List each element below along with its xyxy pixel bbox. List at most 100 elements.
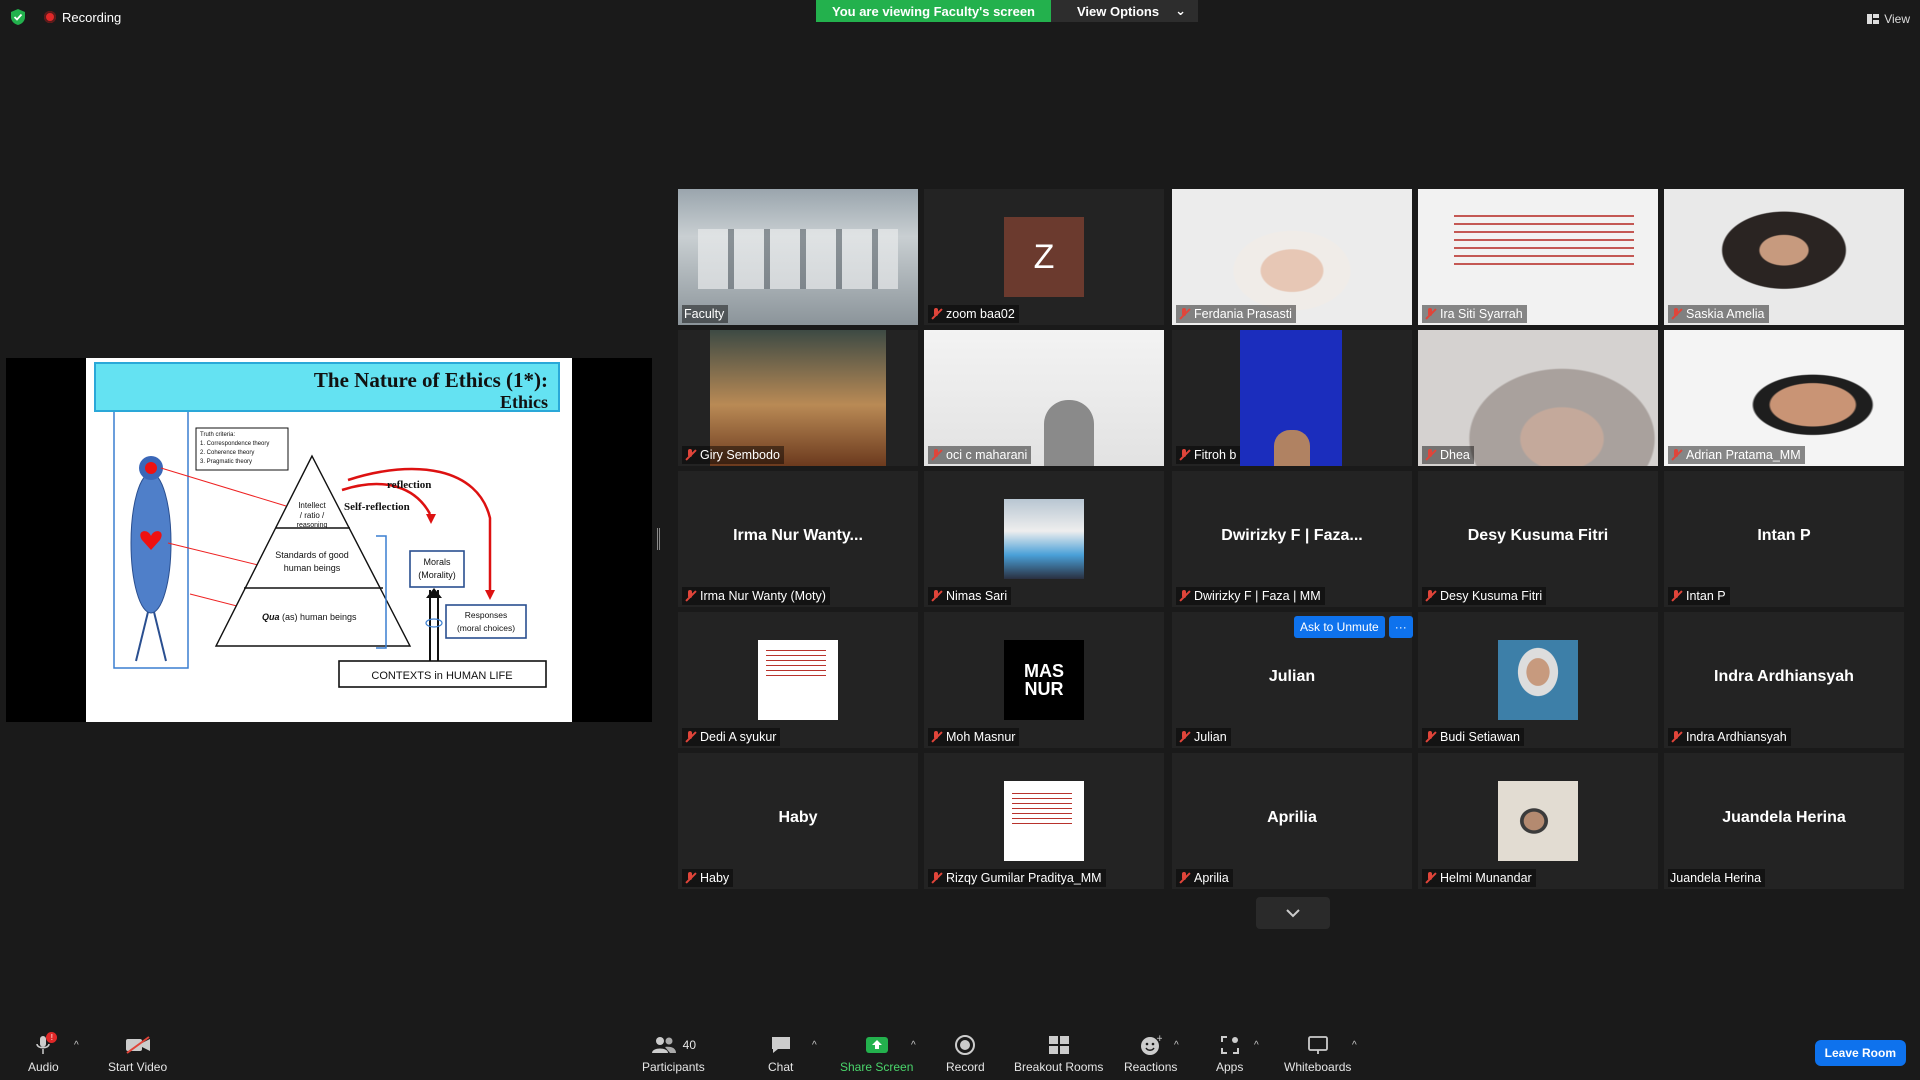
avatar [1004, 781, 1084, 861]
participants-button[interactable]: 40 Participants [642, 1034, 705, 1074]
participant-tile[interactable]: Adrian Pratama_MM [1664, 330, 1904, 466]
participant-display-name: Aprilia [1267, 809, 1317, 826]
participant-name-text: Dwirizky F | Faza | MM [1194, 589, 1321, 603]
participant-name: Julian [1176, 728, 1231, 746]
mic-muted-icon [684, 872, 696, 884]
participant-name: Rizqy Gumilar Praditya_MM [928, 869, 1106, 887]
participant-tile[interactable]: Nimas Sari [924, 471, 1164, 607]
record-icon [955, 1035, 976, 1055]
participant-tile[interactable]: Indra Ardhiansyah Indra Ardhiansyah [1664, 612, 1904, 748]
participant-tile[interactable]: Aprilia Aprilia [1172, 753, 1412, 889]
ask-to-unmute-controls: Ask to Unmute ··· [1294, 616, 1413, 638]
participant-name-text: Nimas Sari [946, 589, 1008, 603]
view-options-button[interactable]: View Options ⌄ [1051, 0, 1199, 22]
self-reflection-label: Self-reflection [344, 501, 410, 513]
start-video-button[interactable]: Start Video [108, 1034, 167, 1074]
participant-tile[interactable]: Haby Haby [678, 753, 918, 889]
participant-name: Fitroh b [1176, 446, 1241, 464]
participants-count: 40 [682, 1038, 697, 1052]
reactions-label: Reactions [1124, 1060, 1178, 1074]
participant-tile[interactable]: Saskia Amelia [1664, 189, 1904, 325]
participant-tile[interactable]: Desy Kusuma Fitri Desy Kusuma Fitri [1418, 471, 1658, 607]
more-options-button[interactable]: ··· [1388, 616, 1413, 638]
participant-name: Indra Ardhiansyah [1668, 728, 1791, 746]
participant-name: Faculty [682, 305, 729, 323]
chat-button[interactable]: Chat [768, 1034, 793, 1074]
next-page-button[interactable] [1256, 897, 1330, 929]
reactions-button[interactable]: + Reactions [1124, 1034, 1177, 1074]
reactions-smiley-icon: + [1140, 1034, 1162, 1055]
participant-tile[interactable]: Z zoom baa02 [924, 189, 1164, 325]
participant-tile[interactable]: Juandela Herina Juandela Herina [1664, 753, 1904, 889]
apps-button[interactable]: Apps [1216, 1034, 1243, 1074]
participant-tile[interactable]: Irma Nur Wanty... Irma Nur Wanty (Moty) [678, 471, 918, 607]
participant-name: Desy Kusuma Fitri [1422, 587, 1547, 605]
participant-name-text: Budi Setiawan [1440, 730, 1520, 744]
participant-tile[interactable]: Giry Sembodo [678, 330, 918, 466]
participant-tile[interactable]: Fitroh b [1172, 330, 1412, 466]
participant-name: Dwirizky F | Faza | MM [1176, 587, 1325, 605]
participant-tile[interactable]: Dhea [1418, 330, 1658, 466]
audio-button[interactable]: ! Audio [28, 1032, 59, 1074]
participant-name: Helmi Munandar [1422, 869, 1536, 887]
share-screen-button[interactable]: Share Screen [840, 1034, 913, 1074]
ask-to-unmute-button[interactable]: Ask to Unmute [1294, 616, 1385, 638]
participant-tile[interactable]: Rizqy Gumilar Praditya_MM [924, 753, 1164, 889]
slide-title-bar: The Nature of Ethics (1*): Ethics [94, 362, 560, 412]
split-resize-handle[interactable] [657, 528, 660, 550]
chat-options-caret-icon[interactable]: ^ [812, 1040, 817, 1051]
security-shield-icon[interactable] [10, 8, 26, 26]
mic-muted-icon [1178, 731, 1190, 743]
reflection-label: reflection [387, 479, 431, 491]
pyramid-bottom-rest: (as) human beings [280, 612, 358, 622]
avatar [1498, 781, 1578, 861]
svg-text:+: + [1156, 1034, 1162, 1044]
pyramid-mid-line2: human beings [284, 563, 341, 573]
avatar: Z [1004, 217, 1084, 297]
chevron-down-icon: ⌄ [1175, 3, 1187, 18]
participant-tile[interactable]: oci c maharani [924, 330, 1164, 466]
view-button[interactable]: View [1867, 12, 1910, 26]
participant-name: Adrian Pratama_MM [1668, 446, 1805, 464]
participant-name-text: Intan P [1686, 589, 1726, 603]
participant-name-text: Ferdania Prasasti [1194, 307, 1292, 321]
participant-tile[interactable]: Ira Siti Syarrah [1418, 189, 1658, 325]
recording-indicator[interactable]: Recording [44, 10, 121, 25]
view-label: View [1884, 12, 1910, 26]
participant-tile[interactable]: Intan P Intan P [1664, 471, 1904, 607]
mic-muted-icon [1424, 449, 1436, 461]
participant-tile[interactable]: Faculty [678, 189, 918, 325]
participant-display-name: Julian [1268, 668, 1316, 685]
whiteboards-options-caret-icon[interactable]: ^ [1352, 1040, 1357, 1051]
participant-name: Budi Setiawan [1422, 728, 1524, 746]
shared-screen[interactable]: Truth criteria: 1. Correspondence theory… [6, 358, 652, 722]
apps-options-caret-icon[interactable]: ^ [1254, 1040, 1259, 1051]
whiteboards-button[interactable]: Whiteboards [1284, 1034, 1351, 1074]
record-button[interactable]: Record [946, 1034, 985, 1074]
participant-tile[interactable]: Helmi Munandar [1418, 753, 1658, 889]
participant-name-text: Aprilia [1194, 871, 1229, 885]
leave-room-button[interactable]: Leave Room [1814, 1040, 1906, 1066]
pyramid-bottom-label: Qua (as) human beings [262, 612, 357, 622]
audio-label: Audio [28, 1060, 59, 1074]
truth-criterion-2: 2. Coherence theory [200, 450, 254, 456]
video-off-icon [125, 1036, 150, 1054]
participant-tile[interactable]: Budi Setiawan [1418, 612, 1658, 748]
participant-name: Aprilia [1176, 869, 1233, 887]
participant-name-text: Desy Kusuma Fitri [1440, 589, 1543, 603]
reactions-options-caret-icon[interactable]: ^ [1174, 1040, 1179, 1051]
participant-name: Dhea [1422, 446, 1474, 464]
participant-name: Ira Siti Syarrah [1422, 305, 1527, 323]
participant-tile[interactable]: Ferdania Prasasti [1172, 189, 1412, 325]
shared-slide: Truth criteria: 1. Correspondence theory… [86, 358, 572, 722]
breakout-rooms-button[interactable]: Breakout Rooms [1014, 1034, 1103, 1074]
participant-tile[interactable]: Dwirizky F | Faza... Dwirizky F | Faza |… [1172, 471, 1412, 607]
share-options-caret-icon[interactable]: ^ [911, 1040, 916, 1051]
audio-options-caret-icon[interactable]: ^ [74, 1040, 79, 1051]
mic-muted-icon [1424, 731, 1436, 743]
mic-muted-icon [684, 590, 696, 602]
participant-tile[interactable]: MAS NUR Moh Masnur [924, 612, 1164, 748]
mic-muted-icon [930, 449, 942, 461]
start-video-label: Start Video [108, 1060, 168, 1074]
participant-tile[interactable]: Dedi A syukur [678, 612, 918, 748]
